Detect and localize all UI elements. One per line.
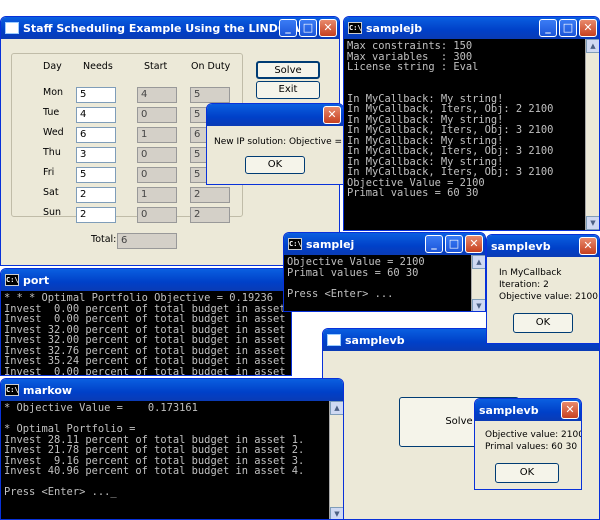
day-label: Sat xyxy=(43,187,59,198)
day-label: Thu xyxy=(43,147,61,158)
result-line-2: Primal values: 60 30 xyxy=(485,442,578,452)
total-value: 6 xyxy=(117,233,177,249)
needs-input[interactable]: 4 xyxy=(76,107,116,123)
header-needs: Needs xyxy=(83,61,113,72)
on-duty-value: 2 xyxy=(190,207,230,223)
close-button[interactable]: ✕ xyxy=(579,237,597,255)
markow-titlebar[interactable]: C:\ markow xyxy=(1,379,343,401)
port-window: C:\ port * * * Optimal Portfolio Objecti… xyxy=(0,268,292,376)
cmd-icon: C:\ xyxy=(5,384,19,396)
window-title: samplevb xyxy=(479,403,539,417)
needs-input[interactable]: 2 xyxy=(76,207,116,223)
app-window-icon xyxy=(5,22,19,34)
start-value: 0 xyxy=(137,167,177,183)
header-start: Start xyxy=(144,61,168,72)
app-window-icon xyxy=(327,334,341,346)
window-title: markow xyxy=(23,383,73,397)
scroll-down-arrow[interactable]: ▼ xyxy=(586,216,599,230)
exit-button[interactable]: Exit xyxy=(256,81,320,99)
samplej-window: C:\ samplej _ □ ✕ Objective Value = 2100… xyxy=(283,232,486,312)
scroll-down-arrow[interactable]: ▼ xyxy=(330,507,343,519)
result-line-1: Objective value: 2100 xyxy=(485,430,582,440)
ok-button[interactable]: OK xyxy=(495,463,559,483)
start-value: 0 xyxy=(137,207,177,223)
samplejb-scrollbar[interactable]: ▲ ▼ xyxy=(585,39,599,230)
needs-input[interactable]: 5 xyxy=(76,167,116,183)
cmd-icon: C:\ xyxy=(348,22,362,34)
samplej-titlebar[interactable]: C:\ samplej _ □ ✕ xyxy=(284,233,485,255)
samplejb-titlebar[interactable]: C:\ samplejb _ □ ✕ xyxy=(344,17,599,39)
solve-button[interactable]: Solve xyxy=(256,61,320,79)
on-duty-value: 2 xyxy=(190,187,230,203)
cmd-icon: C:\ xyxy=(288,238,302,250)
on-duty-value: 5 xyxy=(190,87,230,103)
header-on-duty: On Duty xyxy=(191,61,231,72)
needs-input[interactable]: 6 xyxy=(76,127,116,143)
header-day: Day xyxy=(43,61,62,72)
ok-button[interactable]: OK xyxy=(245,156,305,174)
samplevb-callback-dialog: samplevb ✕ In MyCallback Iteration: 2 Ob… xyxy=(486,234,600,344)
needs-input[interactable]: 2 xyxy=(76,187,116,203)
ip-solution-message: New IP solution: Objective = 6 xyxy=(214,137,344,147)
samplej-scrollbar[interactable]: ▲ ▼ xyxy=(471,255,485,311)
window-title: samplejb xyxy=(366,21,423,35)
start-value: 0 xyxy=(137,147,177,163)
markow-scrollbar[interactable]: ▲ ▼ xyxy=(329,401,343,519)
day-label: Mon xyxy=(43,87,64,98)
day-label: Sun xyxy=(43,207,62,218)
staff-titlebar[interactable]: Staff Scheduling Example Using the LINDO… xyxy=(1,17,339,39)
callback-line-1: In MyCallback xyxy=(499,268,562,278)
ip-dialog-titlebar[interactable]: ✕ xyxy=(207,104,343,126)
ok-button[interactable]: OK xyxy=(513,313,573,333)
samplevb-callback-titlebar[interactable]: samplevb ✕ xyxy=(487,235,599,257)
maximize-button[interactable]: □ xyxy=(559,19,577,37)
port-console-output: * * * Optimal Portfolio Objective = 0.19… xyxy=(1,291,291,375)
markow-window: C:\ markow * Objective Value = 0.173161 … xyxy=(0,378,344,520)
minimize-button[interactable]: _ xyxy=(279,19,297,37)
window-title: port xyxy=(23,273,50,287)
maximize-button[interactable]: □ xyxy=(445,235,463,253)
samplej-console-output: Objective Value = 2100 Primal values = 6… xyxy=(284,255,471,311)
start-value: 0 xyxy=(137,107,177,123)
minimize-button[interactable]: _ xyxy=(425,235,443,253)
samplevb-result-dialog: samplevb ✕ Objective value: 2100 Primal … xyxy=(474,398,582,490)
window-title: samplej xyxy=(306,237,355,251)
window-title: samplevb xyxy=(345,333,405,347)
scroll-up-arrow[interactable]: ▲ xyxy=(472,255,485,269)
day-label: Fri xyxy=(43,167,55,178)
day-label: Tue xyxy=(43,107,60,118)
minimize-button[interactable]: _ xyxy=(539,19,557,37)
samplejb-console-output: Max constraints: 150 Max variables : 300… xyxy=(344,39,585,230)
start-value: 1 xyxy=(137,127,177,143)
cmd-icon: C:\ xyxy=(5,274,19,286)
ip-solution-dialog: ✕ New IP solution: Objective = 6 OK xyxy=(206,103,344,185)
window-title: Staff Scheduling Example Using the LINDO… xyxy=(23,21,312,35)
scroll-up-arrow[interactable]: ▲ xyxy=(586,39,599,53)
markow-console-output: * Objective Value = 0.173161 * Optimal P… xyxy=(1,401,329,519)
close-button[interactable]: ✕ xyxy=(319,19,337,37)
scroll-down-arrow[interactable]: ▼ xyxy=(472,299,485,311)
window-title: samplevb xyxy=(491,239,551,253)
day-label: Wed xyxy=(43,127,64,138)
needs-input[interactable]: 5 xyxy=(76,87,116,103)
close-button[interactable]: ✕ xyxy=(323,106,341,124)
scroll-up-arrow[interactable]: ▲ xyxy=(330,401,343,415)
samplevb-result-titlebar[interactable]: samplevb ✕ xyxy=(475,399,581,421)
samplejb-window: C:\ samplejb _ □ ✕ Max constraints: 150 … xyxy=(343,16,600,231)
maximize-button[interactable]: □ xyxy=(299,19,317,37)
callback-line-2: Iteration: 2 xyxy=(499,280,549,290)
needs-input[interactable]: 3 xyxy=(76,147,116,163)
close-button[interactable]: ✕ xyxy=(561,401,579,419)
port-titlebar[interactable]: C:\ port xyxy=(1,269,291,291)
close-button[interactable]: ✕ xyxy=(465,235,483,253)
close-button[interactable]: ✕ xyxy=(579,19,597,37)
start-value: 1 xyxy=(137,187,177,203)
start-value: 4 xyxy=(137,87,177,103)
callback-line-3: Objective value: 2100 xyxy=(499,292,598,302)
total-label: Total: xyxy=(91,234,117,245)
